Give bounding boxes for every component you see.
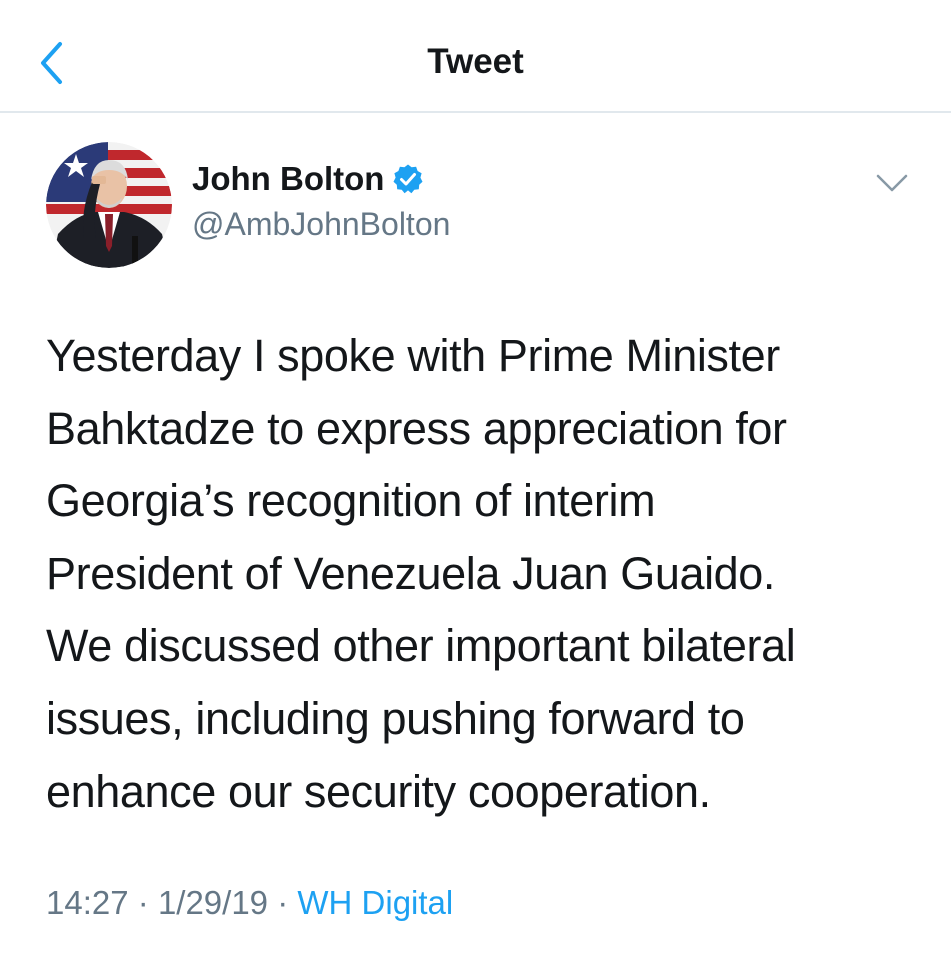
tweet-text-line: We discussed other important bilateral — [46, 620, 796, 672]
tweet-text-line: Bahktadze to express appreciation for — [46, 402, 787, 454]
tweet-metadata: 14:27 · 1/29/19 · WH Digital — [46, 884, 453, 922]
tweet-text-line: President of Venezuela Juan Guaido. — [46, 547, 776, 599]
tweet-source-link[interactable]: WH Digital — [297, 884, 453, 921]
tweet-text-line: Georgia’s recognition of interim — [46, 475, 656, 527]
author-handle[interactable]: @AmbJohnBolton — [192, 206, 450, 243]
tweet-date: 1/29/19 — [157, 884, 269, 921]
tweet-text-line: enhance our security cooperation. — [46, 765, 711, 817]
author-name[interactable]: John Bolton — [192, 160, 384, 198]
tweet-text: Yesterday I spoke with Prime Minister Ba… — [46, 320, 926, 828]
tweet-text-line: Yesterday I spoke with Prime Minister — [46, 330, 780, 381]
avatar[interactable] — [46, 142, 172, 268]
separator-dot: · — [277, 884, 289, 921]
more-options-button[interactable] — [872, 166, 912, 200]
tweet-time: 14:27 — [46, 884, 129, 921]
separator-dot: · — [137, 884, 149, 921]
navigation-bar: Tweet — [0, 0, 951, 113]
tweet-text-line: issues, including pushing forward to — [46, 692, 745, 744]
chevron-down-icon — [876, 174, 908, 192]
verified-badge-icon — [393, 164, 423, 194]
page-title: Tweet — [427, 42, 524, 81]
